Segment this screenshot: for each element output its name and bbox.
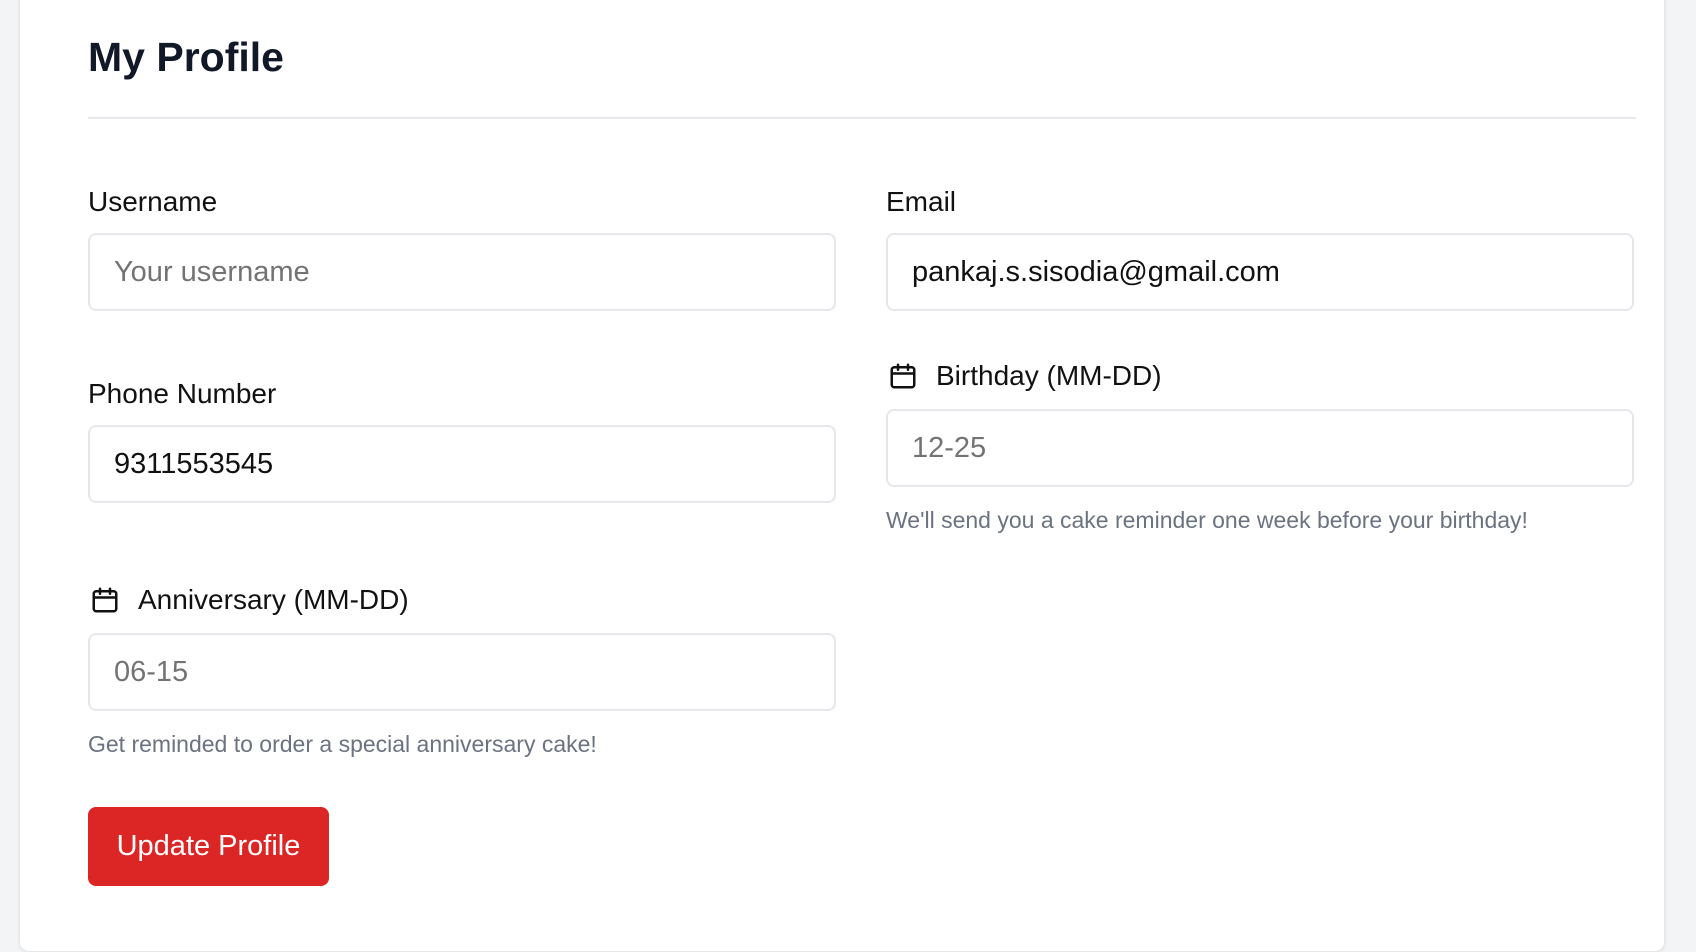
username-label: Username	[88, 184, 217, 220]
birthday-input[interactable]	[886, 409, 1634, 487]
anniversary-label: Anniversary (MM-DD)	[90, 582, 409, 618]
username-label-text: Username	[88, 186, 218, 217]
birthday-hint: We'll send you a cake reminder one week …	[886, 507, 1528, 533]
email-input[interactable]	[886, 233, 1634, 311]
phone-input[interactable]	[88, 425, 836, 503]
calendar-icon	[92, 587, 118, 613]
anniversary-hint: Get reminded to order a special annivers…	[88, 731, 597, 757]
username-input[interactable]	[88, 233, 836, 311]
profile-card: My Profile Username Email Phone Number B…	[19, 0, 1665, 952]
anniversary-input[interactable]	[88, 633, 836, 711]
update-profile-button[interactable]: Update Profile	[88, 807, 329, 886]
email-label: Email	[886, 184, 956, 220]
birthday-label-text: Birthday (MM-DD)	[936, 360, 1162, 391]
birthday-label: Birthday (MM-DD)	[888, 358, 1162, 394]
anniversary-label-text: Anniversary (MM-DD)	[138, 584, 409, 615]
calendar-icon	[890, 363, 916, 389]
title-divider	[88, 117, 1636, 119]
page-title: My Profile	[88, 34, 284, 80]
email-label-text: Email	[886, 186, 957, 217]
phone-label: Phone Number	[88, 376, 276, 412]
phone-label-text: Phone Number	[88, 378, 277, 409]
